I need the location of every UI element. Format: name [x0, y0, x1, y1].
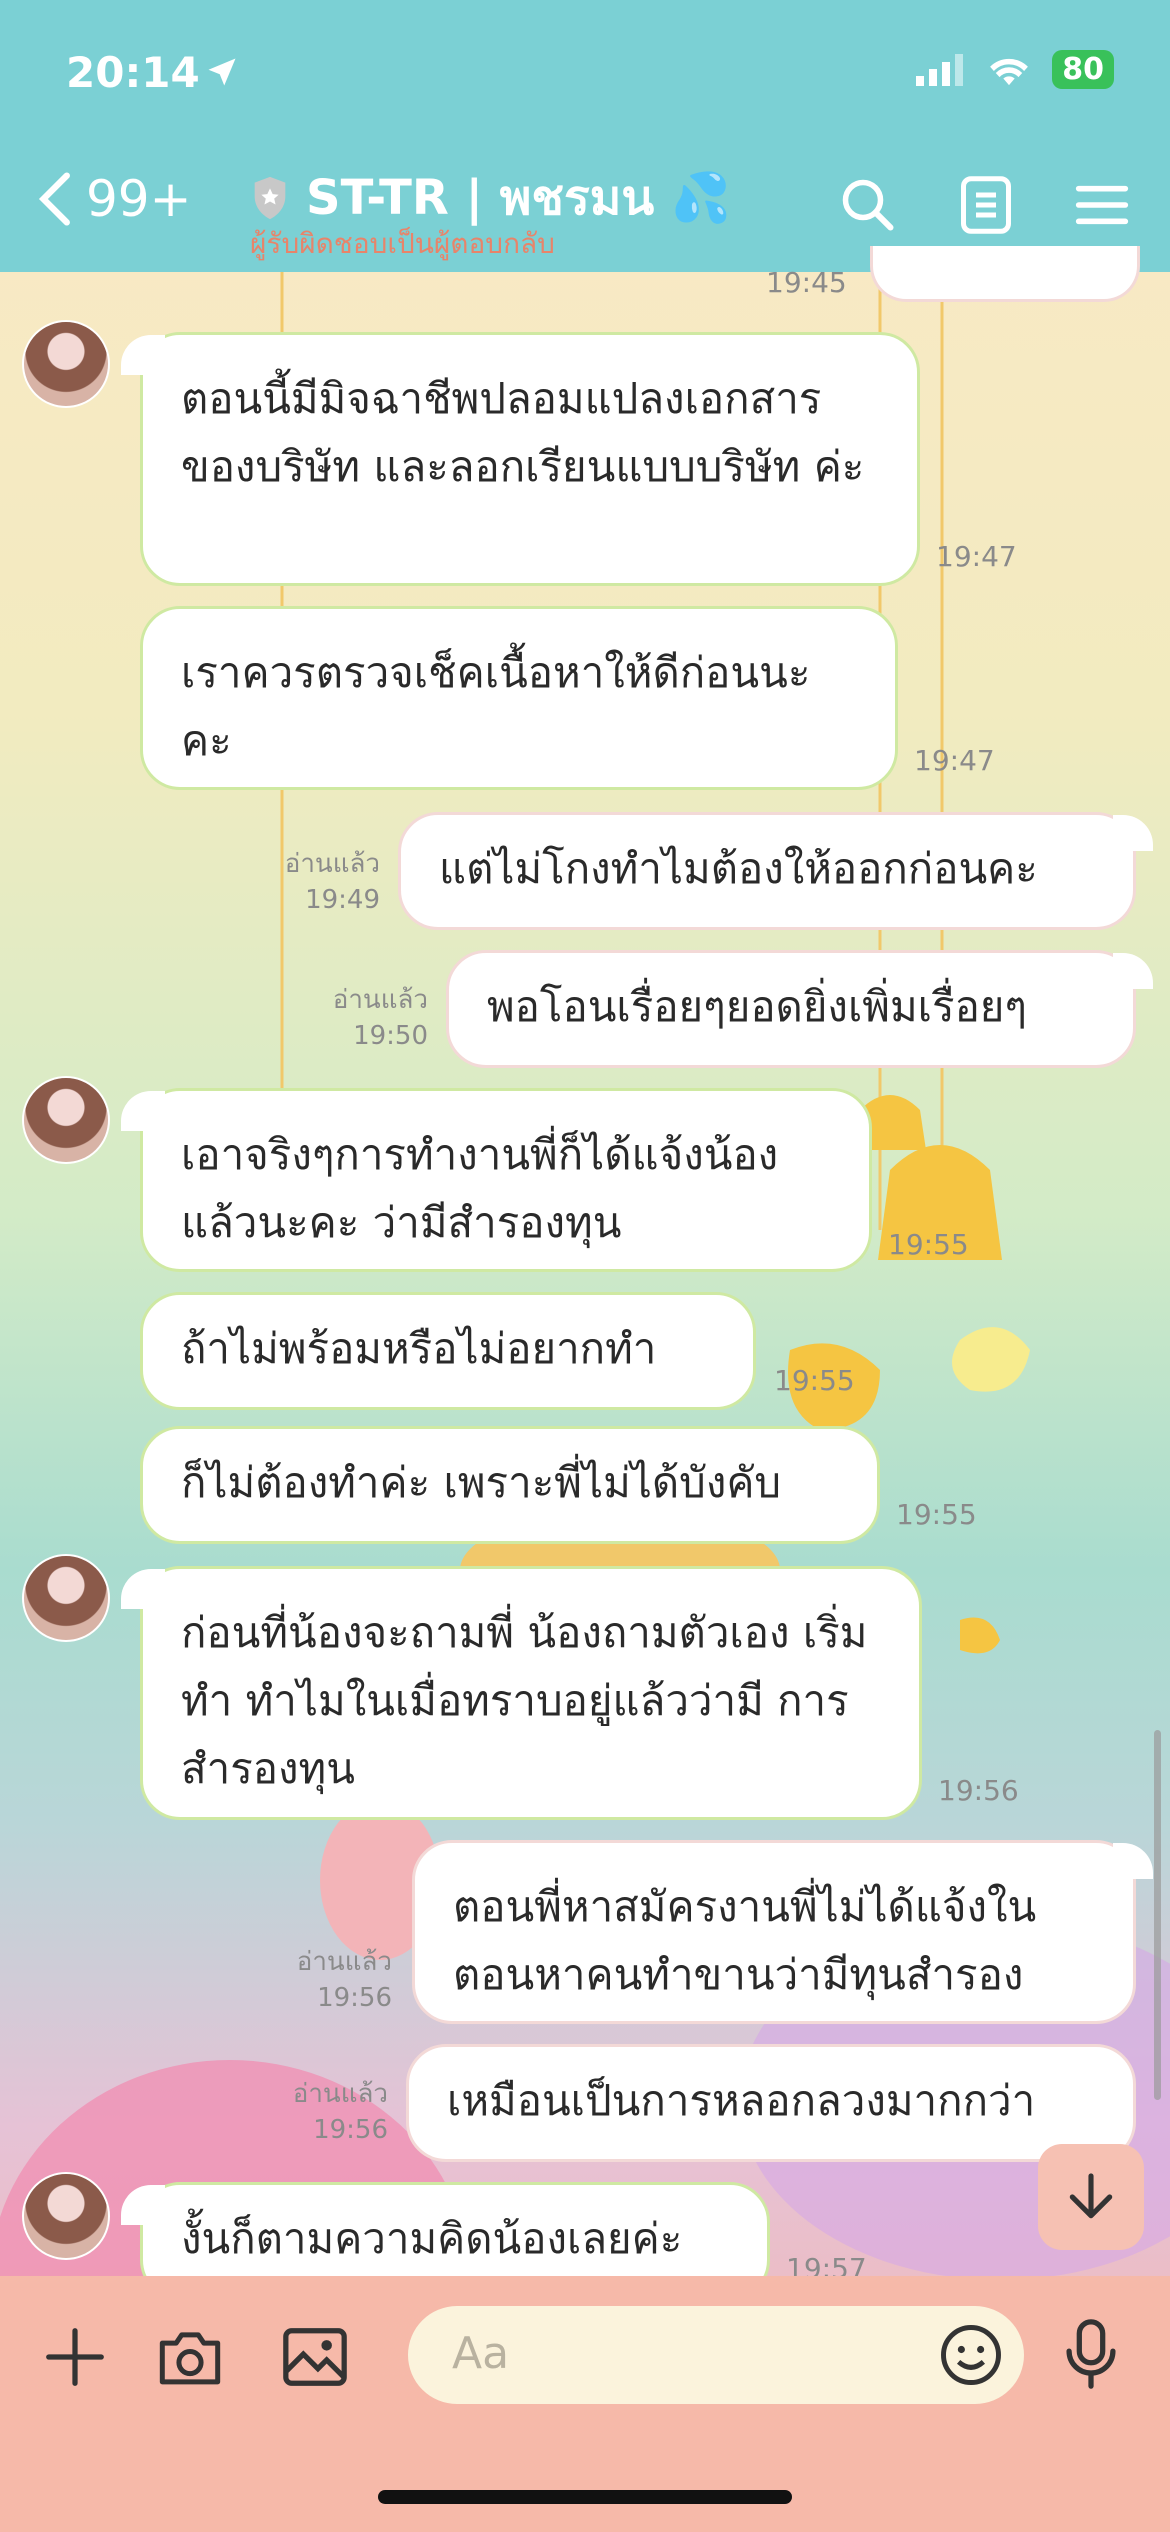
- message-bubble[interactable]: ตอนนี้มีมิจฉาชีพปลอมแปลงเอกสาร ของบริษัท…: [121, 332, 920, 586]
- message-bubble[interactable]: ก่อนที่น้องจะถามพี่ น้องถามตัวเอง เริ่มท…: [121, 1566, 922, 1820]
- unread-count: 99+: [86, 170, 192, 228]
- avatar[interactable]: [22, 1554, 110, 1642]
- message-time: 19:56: [317, 1983, 392, 2013]
- chat-subtitle: ผู้รับผิดชอบเป็นผู้ตอบกลับ: [250, 227, 555, 260]
- read-receipt: อ่านแล้ว 19:49: [270, 846, 380, 918]
- message-time: 19:47: [936, 540, 1017, 573]
- message-text: เหมือนเป็นการหลอกลวงมากกว่า: [447, 2076, 1036, 2125]
- message-text: ตอนพี่หาสมัครงานพี่ไม่ได้แจ้งใน ตอนหาคนท…: [453, 1882, 1037, 1999]
- read-receipt: อ่านแล้ว 19:56: [282, 1944, 392, 2016]
- message-text: ก็ไม่ต้องทำค่ะ เพราะพี่ไม่ได้บังคับ: [181, 1458, 782, 1507]
- message-bubble[interactable]: แต่ไม่โกงทำไมต้องให้ออกก่อนคะ: [398, 812, 1153, 930]
- message-bubble[interactable]: ถ้าไม่พร้อมหรือไม่อยากทำ: [140, 1292, 756, 1410]
- message-bubble[interactable]: เอาจริงๆการทำงานพี่ก็ได้แจ้งน้อง แล้วนะค…: [121, 1088, 872, 1272]
- message-time: 19:47: [914, 744, 995, 777]
- chevron-left-icon: [38, 172, 70, 226]
- message-time: 19:56: [313, 2115, 388, 2145]
- message-text: เอาจริงๆการทำงานพี่ก็ได้แจ้งน้อง แล้วนะค…: [181, 1130, 779, 1247]
- read-label: อ่านแล้ว: [332, 985, 428, 1015]
- status-indicators: 80: [916, 50, 1114, 89]
- read-receipt: อ่านแล้ว 19:56: [278, 2076, 388, 2148]
- location-arrow-icon: [208, 58, 236, 86]
- search-icon[interactable]: [838, 175, 898, 235]
- message-bubble[interactable]: เหมือนเป็นการหลอกลวงมากกว่า: [406, 2044, 1136, 2162]
- message-time: 19:45: [766, 266, 847, 299]
- avatar[interactable]: [22, 320, 110, 408]
- notes-icon[interactable]: [958, 175, 1014, 235]
- read-receipt: อ่านแล้ว 19:50: [318, 982, 428, 1054]
- message-text: ก่อนที่น้องจะถามพี่ น้องถามตัวเอง เริ่มท…: [181, 1608, 868, 1793]
- scroll-to-bottom-button[interactable]: [1038, 2144, 1144, 2250]
- battery-level: 80: [1052, 50, 1114, 89]
- message-bubble[interactable]: เราควรตรวจเช็คเนื้อหาให้ดีก่อนนะ คะ: [140, 606, 898, 790]
- message-text: ตอนนี้มีมิจฉาชีพปลอมแปลงเอกสาร ของบริษัท…: [181, 374, 865, 491]
- message-time: 19:49: [305, 885, 380, 915]
- message-text: งั้นก็ตามความคิดน้องเลยค่ะ: [181, 2214, 683, 2263]
- avatar[interactable]: [22, 2172, 110, 2260]
- arrow-down-icon: [1069, 2173, 1113, 2219]
- plus-icon[interactable]: [40, 2322, 110, 2392]
- shield-icon: [254, 176, 286, 220]
- status-time: 20:14: [66, 48, 200, 97]
- message-text: เราควรตรวจเช็คเนื้อหาให้ดีก่อนนะ คะ: [181, 648, 811, 765]
- header-actions: [838, 175, 1130, 235]
- message-text: ถ้าไม่พร้อมหรือไม่อยากทำ: [181, 1324, 657, 1373]
- back-button[interactable]: 99+: [38, 170, 192, 228]
- message-time: 19:56: [938, 1774, 1019, 1807]
- image-icon[interactable]: [280, 2322, 350, 2392]
- message-input[interactable]: Aa: [408, 2306, 1024, 2404]
- menu-icon[interactable]: [1074, 175, 1130, 235]
- emoji-icon[interactable]: [938, 2322, 1004, 2388]
- message-bubble[interactable]: ก็ไม่ต้องทำค่ะ เพราะพี่ไม่ได้บังคับ: [140, 1426, 880, 1544]
- input-placeholder: Aa: [452, 2328, 510, 2379]
- scrollbar[interactable]: [1154, 1730, 1161, 2100]
- read-label: อ่านแล้ว: [284, 849, 380, 879]
- message-bubble[interactable]: ตอนพี่หาสมัครงานพี่ไม่ได้แจ้งใน ตอนหาคนท…: [412, 1840, 1153, 2024]
- read-label: อ่านแล้ว: [292, 2079, 388, 2109]
- message-text: แต่ไม่โกงทำไมต้องให้ออกก่อนคะ: [439, 844, 1038, 893]
- read-label: อ่านแล้ว: [296, 1947, 392, 1977]
- cellular-signal-icon: [916, 53, 964, 86]
- message-time: 19:55: [896, 1498, 977, 1531]
- message-bubble-partial[interactable]: [870, 246, 1140, 302]
- message-text: พอโอนเรื่อยๆยอดยิ่งเพิ่มเรื่อยๆ: [487, 982, 1027, 1031]
- message-bubble[interactable]: พอโอนเรื่อยๆยอดยิ่งเพิ่มเรื่อยๆ: [446, 950, 1153, 1068]
- camera-icon[interactable]: [154, 2322, 226, 2392]
- microphone-icon[interactable]: [1060, 2316, 1122, 2392]
- avatar[interactable]: [22, 1076, 110, 1164]
- message-time: 19:50: [353, 1021, 428, 1051]
- wifi-icon: [990, 58, 1029, 85]
- home-indicator: [378, 2490, 792, 2504]
- message-time: 19:55: [774, 1364, 855, 1397]
- message-time: 19:55: [888, 1228, 969, 1261]
